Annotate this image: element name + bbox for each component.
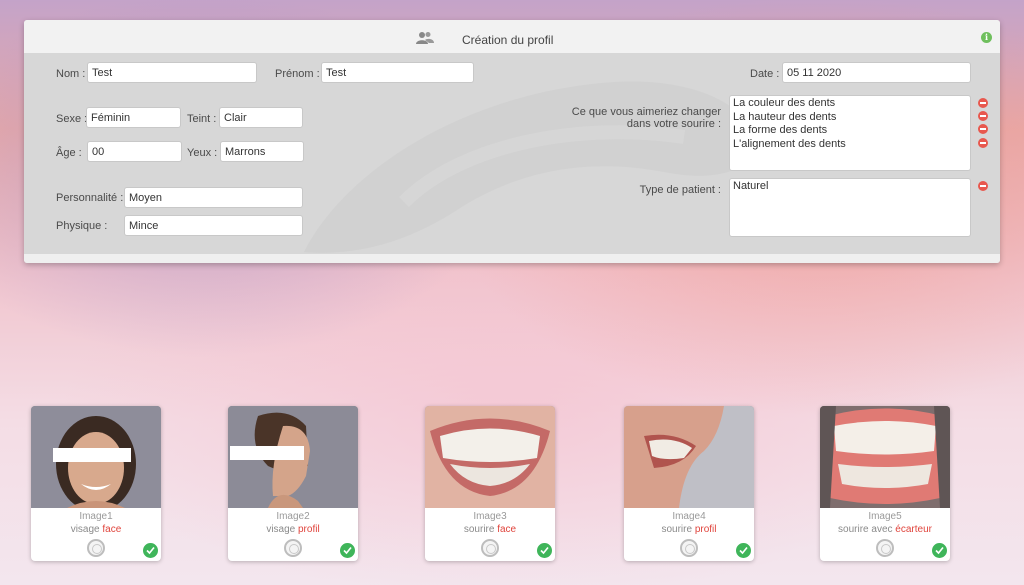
age-label: Âge : [56,147,82,159]
date-field[interactable]: 05 11 2020 [782,62,971,83]
page-title: Création du profil [462,33,554,47]
remove-patient-type-button[interactable] [978,181,988,191]
nom-label: Nom : [56,68,86,80]
profile-panel: Création du profil i Nom : Test Prénom :… [24,20,1000,263]
image-card-5[interactable]: Image5 sourire avec écarteur [820,406,950,561]
capture-target-icon[interactable] [87,539,105,557]
sexe-field[interactable]: Féminin [86,107,181,128]
image-title: Image1 [79,511,113,522]
yeux-label: Yeux : [187,147,218,159]
teint-field[interactable]: Clair [219,107,303,128]
patient-type-list[interactable]: Naturel [729,178,971,237]
remove-change-2-button[interactable] [978,111,988,121]
list-item: La couleur des dents [733,97,836,109]
image-caption: visage face [70,524,122,535]
check-icon [340,543,355,558]
teint-label: Teint : [187,113,217,125]
smile-profile-photo [624,406,754,508]
prenom-field[interactable]: Test [321,62,474,83]
image-card-3[interactable]: Image3 sourire face [425,406,555,561]
image-caption: sourire avec écarteur [838,524,932,535]
capture-target-icon[interactable] [481,539,499,557]
personnalite-field[interactable]: Moyen [124,187,303,208]
remove-change-3-button[interactable] [978,124,988,134]
changes-list[interactable]: La couleur des dents La hauteur des dent… [729,95,971,171]
image-title: Image2 [276,511,310,522]
capture-target-icon[interactable] [680,539,698,557]
yeux-field[interactable]: Marrons [220,141,304,162]
panel-footer [24,254,1000,263]
changes-label-line1: Ce que vous aimeriez changer [571,106,721,118]
image-caption: sourire face [463,524,517,535]
nom-field[interactable]: Test [87,62,257,83]
check-icon [736,543,751,558]
capture-target-icon[interactable] [876,539,894,557]
capture-target-icon[interactable] [284,539,302,557]
check-icon [932,543,947,558]
smile-retractor-photo [820,406,950,508]
check-icon [143,543,158,558]
date-label: Date : [750,68,780,80]
image-caption: visage profil [266,524,320,535]
list-item: La forme des dents [733,124,828,136]
image-card-1[interactable]: Image1 visage face [31,406,161,561]
list-item: L'alignement des dents [733,137,846,150]
image-card-2[interactable]: Image2 visage profil [228,406,358,561]
image-title: Image4 [672,511,706,522]
remove-change-1-button[interactable] [978,98,988,108]
list-item: La hauteur des dents [733,110,837,123]
prenom-label: Prénom : [275,68,320,80]
image-title: Image3 [473,511,507,522]
image-card-4[interactable]: Image4 sourire profil [624,406,754,561]
face-photo [31,406,161,508]
image-caption: sourire profil [661,524,717,535]
watermark-logo [304,81,754,253]
users-icon [416,32,434,44]
list-item: Naturel [733,180,769,192]
physique-label: Physique : [56,220,108,232]
changes-label-line2: dans votre sourire : [626,118,721,130]
info-icon[interactable]: i [981,32,992,43]
image-title: Image5 [868,511,902,522]
sexe-label: Sexe : [56,113,88,125]
smile-face-photo [425,406,555,508]
personnalite-label: Personnalité : [56,192,124,204]
physique-field[interactable]: Mince [124,215,303,236]
remove-change-4-button[interactable] [978,138,988,148]
check-icon [537,543,552,558]
profile-photo [228,406,358,508]
age-field[interactable]: 00 [87,141,182,162]
patient-type-label: Type de patient : [639,184,721,196]
